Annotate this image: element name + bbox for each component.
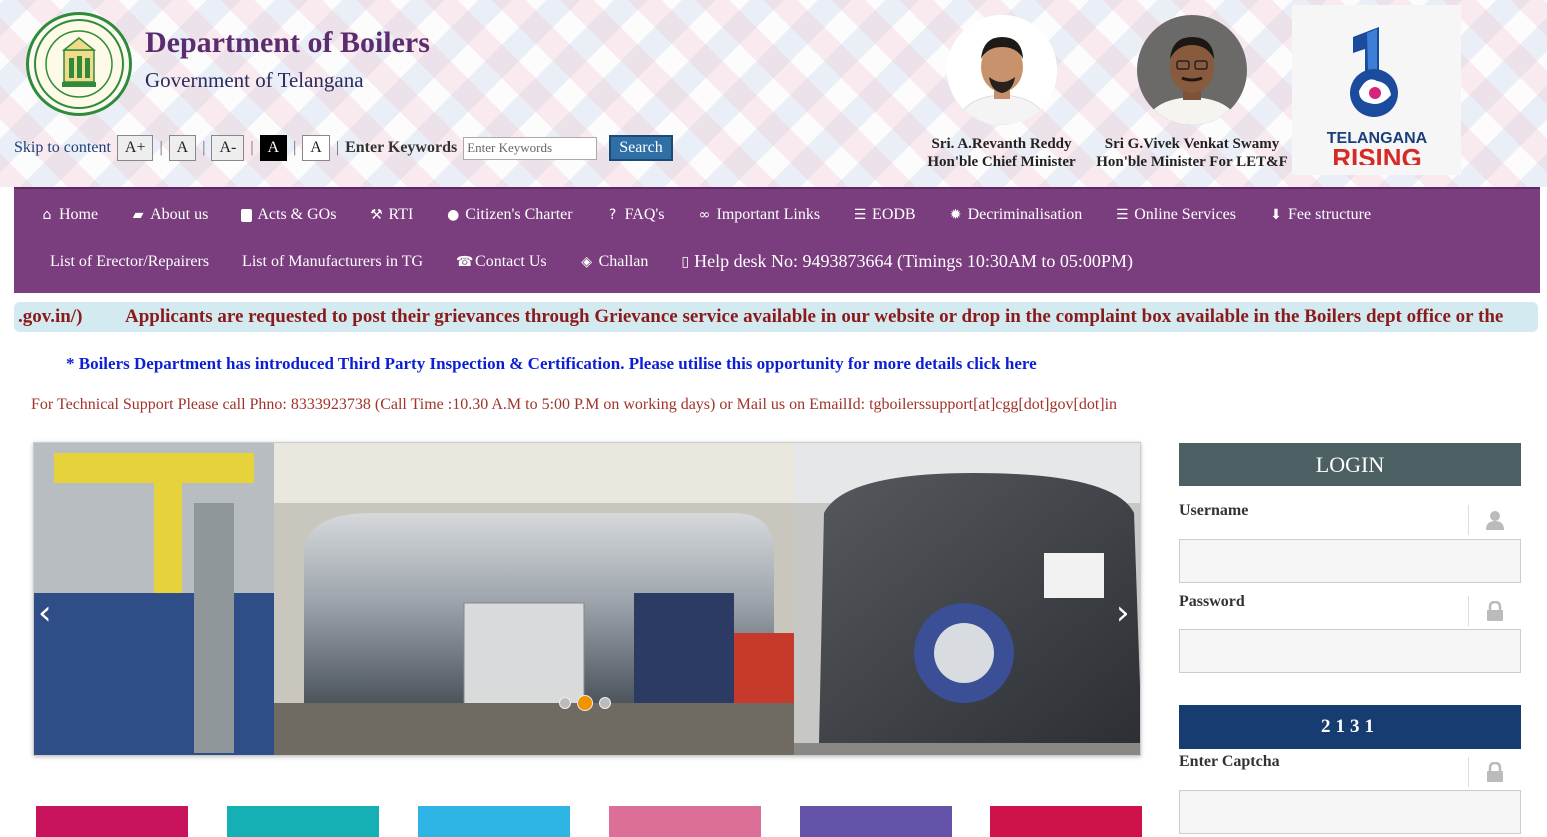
technical-support-info: For Technical Support Please call Phno: … [31,396,1118,413]
high-contrast-button[interactable]: A [259,135,288,161]
telangana-rising-logo: TELANGANA RISING [1292,5,1461,175]
nav-item-home[interactable]: ⌂ Home [40,206,99,224]
labour-minister-role: Hon'ble Minister For LET&F [1096,154,1288,170]
service-tile-3[interactable] [418,806,570,837]
lock-icon [1468,757,1521,787]
site-subtitle: Government of Telangana [145,68,364,92]
phone-icon: ☎ [456,253,474,270]
nav-item-about-us[interactable]: ▰ About us [131,206,209,224]
nav-row-2: List of Erector/Repairers List of Manufa… [50,251,1133,272]
link-icon: ∞ [698,207,711,223]
carousel-next-arrow[interactable]: › [1116,596,1130,630]
nav-item-decriminalisation[interactable]: ✹ Decriminalisation [949,206,1083,224]
helpdesk-info: ▯ Help desk No: 9493873664 (Timings 10:30… [681,251,1133,271]
rising-line2: RISING [1332,143,1422,165]
list-icon: ☰ [1115,207,1129,223]
nav-item-faqs[interactable]: ? FAQ's [606,206,665,224]
nav-item-erector-repairers[interactable]: List of Erector/Repairers [50,253,209,271]
main-navigation: ⌂ Home ▰ About us Acts & GOs ⚒ RTI ● Citizen… [14,187,1540,293]
site-header: Department of Boilers Government of Tela… [0,0,1547,187]
nav-item-eodb[interactable]: ☰ EODB [853,206,916,224]
user-icon [1468,505,1521,535]
download-icon: ⬇ [1270,207,1282,223]
separator: | [159,139,163,156]
marquee-prefix: .gov.in/) [18,306,83,327]
labour-minister-name: Sri G.Vivek Venkat Swamy [1104,136,1280,152]
password-label: Password [1179,593,1245,610]
gavel-icon: ⚒ [370,207,383,223]
lock-icon [1468,596,1521,626]
home-icon: ⌂ [42,207,52,223]
marquee-text: Applicants are requested to post their g… [125,306,1504,327]
nav-item-important-links[interactable]: ∞ Important Links [698,206,820,224]
users-icon: ● [447,207,460,223]
search-button[interactable]: Search [609,135,673,161]
service-tile-6[interactable] [990,806,1142,837]
username-input[interactable] [1179,539,1521,583]
captcha-display: 2131 [1179,705,1521,749]
nav-item-citizens-charter[interactable]: ● Citizen's Charter [446,206,572,224]
nav-item-contact-us[interactable]: ☎ Contact Us [456,253,547,271]
skip-to-content-link[interactable]: Skip to content [14,139,111,157]
font-normal-button[interactable]: A [168,135,197,161]
keywords-label: Enter Keywords [345,139,458,156]
nav-item-acts-gos[interactable]: Acts & GOs [241,206,336,224]
carousel-indicators [559,695,611,711]
keywords-search-input[interactable] [463,136,598,160]
service-tile-4[interactable] [609,806,761,837]
separator: | [250,139,254,156]
carousel-dot-2[interactable] [577,695,593,711]
question-icon: ? [608,207,617,223]
image-carousel[interactable]: ‹ › [33,442,1141,756]
password-input[interactable] [1179,629,1521,673]
third-party-inspection-notice-link[interactable]: * Boilers Department has introduced Thir… [66,354,1037,374]
nav-row-1: ⌂ Home ▰ About us Acts & GOs ⚒ RTI ● Citizen… [40,206,1372,224]
font-increase-button[interactable]: A+ [116,135,154,161]
mobile-icon: ▯ [681,253,690,270]
font-decrease-button[interactable]: A- [211,135,245,161]
service-tile-1[interactable] [36,806,188,837]
login-heading: LOGIN [1179,443,1521,486]
nav-item-rti[interactable]: ⚒ RTI [369,206,413,224]
username-label: Username [1179,502,1249,519]
chief-minister-name: Sri. A.Revanth Reddy [931,136,1072,152]
announcement-marquee[interactable]: .gov.in/) Applicants are requested to po… [14,302,1538,332]
accessibility-toolbar: Skip to content A+ | A | A- | A | A | En… [14,135,673,161]
separator: | [202,139,206,156]
carousel-dot-1[interactable] [559,697,571,709]
carousel-prev-arrow[interactable]: ‹ [38,596,52,630]
captcha-input[interactable] [1179,790,1521,834]
service-tile-5[interactable] [800,806,952,837]
telangana-emblem-logo[interactable] [26,12,132,116]
file-icon [241,208,253,222]
labour-minister-photo [1137,15,1247,125]
list-icon: ☰ [853,207,867,223]
chief-minister-role: Hon'ble Chief Minister [927,154,1076,170]
nav-item-online-services[interactable]: ☰ Online Services [1115,206,1236,224]
captcha-label: Enter Captcha [1179,753,1280,770]
separator: | [335,139,340,156]
normal-contrast-button[interactable]: A [302,135,330,161]
nav-item-fee-structure[interactable]: ⬇ Fee structure [1269,206,1371,224]
tag-icon: ◈ [581,253,592,270]
nav-item-manufacturers[interactable]: List of Manufacturers in TG [242,253,423,271]
nav-item-challan[interactable]: ◈ Challan [580,253,648,271]
gear-icon: ✹ [949,207,962,223]
carousel-dot-3[interactable] [599,697,611,709]
separator: | [293,139,297,156]
chief-minister-photo [947,15,1057,125]
book-icon: ▰ [132,207,144,223]
page: { "header": { "title": "Department of Bo… [0,0,1547,837]
site-title: Department of Boilers [145,26,430,59]
service-tile-2[interactable] [227,806,379,837]
